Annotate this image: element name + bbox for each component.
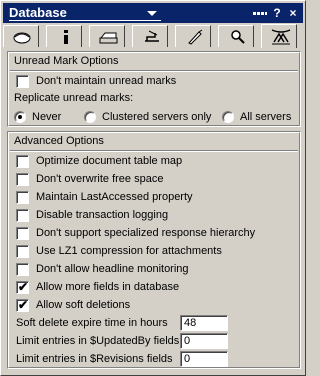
dont-support-response-hierarchy-checkbox[interactable] bbox=[16, 227, 29, 240]
tab-design[interactable] bbox=[132, 25, 168, 47]
title-bar: Database ? × bbox=[3, 3, 303, 23]
radio-all-servers[interactable] bbox=[222, 111, 234, 123]
database-properties-icon bbox=[13, 32, 31, 44]
radio-never[interactable] bbox=[14, 111, 26, 123]
soft-delete-expire-input[interactable]: 48 bbox=[180, 315, 228, 331]
tab-full-text[interactable] bbox=[218, 25, 254, 47]
updatedby-limit-input[interactable]: 0 bbox=[180, 333, 228, 349]
radio-clustered-label: Clustered servers only bbox=[102, 111, 212, 123]
checkbox-label: Allow more fields in database bbox=[36, 281, 180, 293]
tab-launch[interactable] bbox=[175, 25, 211, 47]
tab-info[interactable] bbox=[46, 25, 82, 47]
unread-mark-options-group: Unread Mark Options Don't maintain unrea… bbox=[7, 51, 301, 127]
optimize-table-map-checkbox[interactable] bbox=[16, 155, 29, 168]
design-icon bbox=[145, 30, 159, 42]
help-button[interactable]: ? bbox=[271, 6, 283, 20]
checkbox-label: Disable transaction logging bbox=[36, 209, 169, 221]
launch-icon bbox=[188, 29, 203, 45]
maintain-last-accessed-checkbox[interactable] bbox=[16, 191, 29, 204]
allow-more-fields-checkbox[interactable]: ✔ bbox=[16, 280, 29, 294]
advanced-options-group: Advanced Options Optimize document table… bbox=[7, 131, 301, 369]
replicate-unread-radio-group: Never Clustered servers only All servers bbox=[14, 110, 294, 126]
use-lz1-compression-checkbox[interactable] bbox=[16, 245, 29, 258]
search-icon bbox=[231, 30, 245, 44]
tab-strip bbox=[3, 24, 305, 48]
radio-clustered-servers-only[interactable] bbox=[84, 111, 96, 123]
tab-print[interactable] bbox=[89, 25, 125, 47]
divider bbox=[10, 150, 298, 152]
dont-maintain-unread-checkbox[interactable] bbox=[16, 75, 29, 88]
allow-soft-deletions-checkbox[interactable]: ✔ bbox=[16, 298, 29, 312]
revisions-limit-label: Limit entries in $Revisions fields bbox=[16, 353, 173, 365]
checkbox-label: Allow soft deletions bbox=[36, 299, 131, 311]
advanced-icon bbox=[271, 29, 291, 45]
title-underline bbox=[9, 20, 161, 21]
divider bbox=[10, 70, 298, 72]
database-properties-dialog: Database ? × Unread Mark Options Don't m… bbox=[0, 0, 306, 376]
soft-delete-expire-label: Soft delete expire time in hours bbox=[16, 317, 168, 329]
chevron-down-icon bbox=[147, 11, 157, 16]
printer-icon bbox=[99, 32, 118, 44]
info-icon bbox=[64, 30, 68, 44]
checkbox-label: Use LZ1 compression for attachments bbox=[36, 245, 222, 257]
group-title-unread: Unread Mark Options bbox=[14, 55, 119, 67]
checkbox-label: Optimize document table map bbox=[36, 155, 183, 167]
close-button[interactable]: × bbox=[287, 6, 299, 20]
checkbox-label: Don't allow headline monitoring bbox=[36, 263, 189, 275]
checkbox-label: Don't overwrite free space bbox=[36, 173, 164, 185]
radio-never-label: Never bbox=[32, 111, 62, 123]
tab-basics[interactable] bbox=[3, 25, 39, 47]
replicate-unread-label: Replicate unread marks: bbox=[14, 92, 134, 104]
menu-icon[interactable] bbox=[253, 6, 267, 20]
checkbox-label: Don't maintain unread marks bbox=[36, 75, 177, 87]
disable-transaction-logging-checkbox[interactable] bbox=[16, 209, 29, 222]
updatedby-limit-label: Limit entries in $UpdatedBy fields bbox=[16, 335, 180, 347]
dont-allow-headline-monitoring-checkbox[interactable] bbox=[16, 263, 29, 276]
group-title-advanced: Advanced Options bbox=[14, 135, 104, 147]
window-title: Database bbox=[9, 5, 67, 20]
checkbox-label: Don't support specialized response hiera… bbox=[36, 227, 256, 239]
dont-overwrite-free-space-checkbox[interactable] bbox=[16, 173, 29, 186]
properties-type-dropdown[interactable]: Database bbox=[7, 4, 163, 22]
revisions-limit-input[interactable]: 0 bbox=[180, 351, 228, 367]
checkbox-label: Maintain LastAccessed property bbox=[36, 191, 193, 203]
tab-advanced[interactable] bbox=[261, 24, 297, 48]
radio-all-servers-label: All servers bbox=[240, 111, 292, 123]
